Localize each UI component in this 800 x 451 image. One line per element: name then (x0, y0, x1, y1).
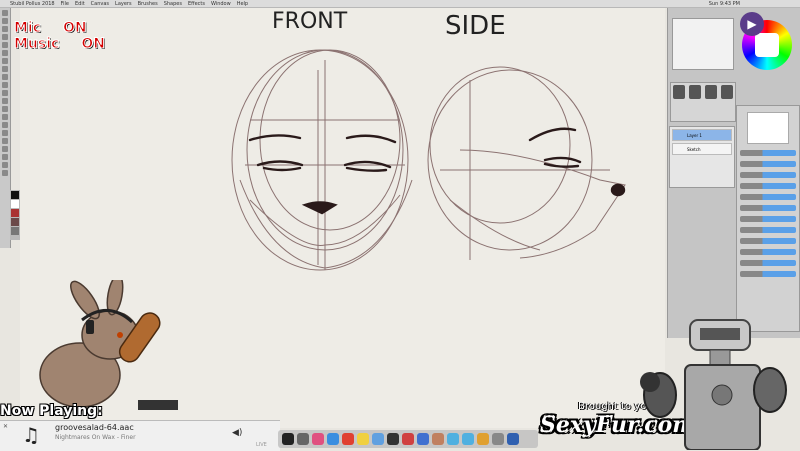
obs-icon[interactable] (387, 433, 399, 445)
app-icon[interactable] (507, 433, 519, 445)
brush-preset-icon[interactable] (721, 85, 733, 99)
brush-tool-icon[interactable] (2, 34, 8, 40)
property-slider[interactable] (740, 194, 796, 200)
folder-icon[interactable] (462, 433, 474, 445)
eraser-tool-icon[interactable] (2, 50, 8, 56)
shape-tool-icon[interactable] (2, 82, 8, 88)
move-tool-icon[interactable] (2, 10, 8, 16)
layers-panel: Layer 1 Sketch (669, 126, 735, 188)
app-icon[interactable] (402, 433, 414, 445)
mic-state: ON (63, 20, 88, 37)
layer-row[interactable]: Layer 1 (672, 129, 732, 141)
swatch-red[interactable] (11, 209, 19, 217)
music-note-icon: ♫ (22, 423, 40, 447)
smudge-tool-icon[interactable] (2, 122, 8, 128)
property-slider[interactable] (740, 183, 796, 189)
notes-icon[interactable] (357, 433, 369, 445)
property-slider[interactable] (740, 216, 796, 222)
transform-tool-icon[interactable] (2, 114, 8, 120)
lasso-tool-icon[interactable] (2, 26, 8, 32)
robot-mascot (640, 319, 787, 450)
zoom-tool-icon[interactable] (2, 106, 8, 112)
property-slider[interactable] (740, 161, 796, 167)
now-playing-label: Now Playing: (0, 403, 103, 419)
brush-preset-icon[interactable] (689, 85, 701, 99)
menu-help[interactable]: Help (237, 1, 248, 7)
music-app-icon[interactable] (312, 433, 324, 445)
app-icon[interactable] (492, 433, 504, 445)
foreground-swatch[interactable] (11, 191, 19, 199)
menu-canvas[interactable]: Canvas (91, 1, 109, 7)
brush-properties-panel (736, 105, 800, 332)
property-slider[interactable] (740, 150, 796, 156)
avatar-app-icon[interactable] (432, 433, 444, 445)
fill-tool-icon[interactable] (2, 58, 8, 64)
menu-file[interactable]: File (61, 1, 69, 7)
mask-tool-icon[interactable] (2, 170, 8, 176)
gradient-tool-icon[interactable] (2, 66, 8, 72)
brush-stroke-preview (747, 112, 789, 144)
track-file: groovesalad-64.aac (55, 423, 134, 432)
picarto-logo-icon: ▶ (740, 12, 764, 36)
symmetry-tool-icon[interactable] (2, 162, 8, 168)
menu-app-name[interactable]: Stubil Pollus 2018 (10, 1, 55, 7)
layer-row[interactable]: Sketch (672, 143, 732, 155)
home-icon[interactable] (477, 433, 489, 445)
music-player-widget: ✕ ♫ groovesalad-64.aac Nightmares On Wax… (0, 420, 280, 451)
property-slider[interactable] (740, 260, 796, 266)
track-title: Nightmares On Wax - Finer (55, 434, 136, 441)
menu-shapes[interactable]: Shapes (164, 1, 182, 7)
music-label: Music (13, 36, 60, 53)
rabbit-mascot (39, 280, 178, 410)
ruler-tool-icon[interactable] (2, 154, 8, 160)
menu-effects[interactable]: Effects (188, 1, 205, 7)
music-state: ON (81, 36, 106, 53)
menubar: Stubil Pollus 2018 File Edit Canvas Laye… (0, 0, 800, 8)
property-slider[interactable] (740, 238, 796, 244)
app-icon[interactable] (417, 433, 429, 445)
menu-brushes[interactable]: Brushes (138, 1, 158, 7)
color-swatches[interactable] (10, 190, 20, 240)
crop-tool-icon[interactable] (2, 138, 8, 144)
pen-tool-icon[interactable] (2, 146, 8, 152)
property-slider[interactable] (740, 205, 796, 211)
app-icon[interactable] (297, 433, 309, 445)
property-slider[interactable] (740, 172, 796, 178)
blur-tool-icon[interactable] (2, 130, 8, 136)
brush-preset-icon[interactable] (673, 85, 685, 99)
close-icon[interactable]: ✕ (3, 423, 8, 430)
chrome-icon[interactable] (342, 433, 354, 445)
background-swatch[interactable] (11, 200, 19, 208)
menu-window[interactable]: Window (211, 1, 231, 7)
property-slider[interactable] (740, 271, 796, 277)
navigator-preview[interactable] (672, 18, 734, 70)
dock (278, 430, 538, 448)
brush-preset-icon[interactable] (705, 85, 717, 99)
volume-icon[interactable]: ◀) (232, 428, 242, 438)
hand-tool-icon[interactable] (2, 98, 8, 104)
menubar-clock: Sun 9:43 PM (708, 1, 740, 7)
live-indicator: LIVE (256, 442, 267, 448)
mic-label: Mic (13, 20, 42, 37)
eyedropper-tool-icon[interactable] (2, 90, 8, 96)
menu-layers[interactable]: Layers (115, 1, 132, 7)
safari-icon[interactable] (327, 433, 339, 445)
folder-icon[interactable] (447, 433, 459, 445)
select-tool-icon[interactable] (2, 18, 8, 24)
stream-status-overlay: Mic ON Music ON (13, 20, 106, 53)
property-slider[interactable] (740, 249, 796, 255)
swatch-brown[interactable] (11, 218, 19, 226)
swatch-gray[interactable] (11, 227, 19, 235)
property-slider[interactable] (740, 227, 796, 233)
terminal-icon[interactable] (282, 433, 294, 445)
pencil-tool-icon[interactable] (2, 42, 8, 48)
text-tool-icon[interactable] (2, 74, 8, 80)
finder-icon[interactable] (372, 433, 384, 445)
menu-edit[interactable]: Edit (75, 1, 85, 7)
brush-panel[interactable] (670, 82, 736, 122)
